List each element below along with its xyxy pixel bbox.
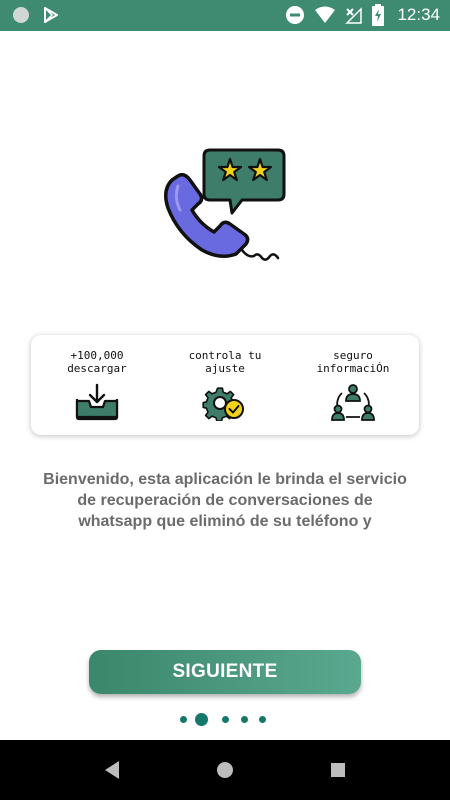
page-dot-5[interactable] <box>259 716 266 723</box>
features-card: +100,000 descargar controla tu ajuste se… <box>31 335 419 435</box>
phone-review-stars-icon <box>164 148 286 261</box>
recents-icon[interactable] <box>329 760 347 780</box>
status-bar: 12:34 <box>0 0 450 31</box>
status-time: 12:34 <box>397 5 440 24</box>
next-button[interactable]: SIGUIENTE <box>89 650 361 694</box>
feature-security: seguro informaciÓn <box>293 349 413 421</box>
circle-notification-icon <box>13 7 29 23</box>
feature-settings: controla tu ajuste <box>165 349 285 421</box>
home-icon[interactable] <box>216 760 234 780</box>
page-indicator <box>178 712 268 728</box>
feature-label: controla tu ajuste <box>188 349 262 375</box>
inbox-download-icon <box>75 383 119 421</box>
do-not-disturb-icon <box>286 6 305 24</box>
back-icon[interactable] <box>103 760 121 780</box>
page-dot-1[interactable] <box>180 716 187 723</box>
welcome-description: Bienvenido, esta aplicación le brinda el… <box>43 471 407 530</box>
wifi-icon <box>315 6 336 23</box>
page-dot-4[interactable] <box>241 716 248 723</box>
signal-off-icon <box>345 7 363 24</box>
gear-check-icon <box>202 387 244 421</box>
feature-label: seguro informaciÓn <box>316 349 390 375</box>
feature-label: +100,000 descargar <box>67 349 127 375</box>
page-dot-3[interactable] <box>222 716 229 723</box>
navigation-bar <box>0 740 450 800</box>
battery-charging-icon <box>372 4 385 26</box>
page-dot-2-active[interactable] <box>195 713 208 726</box>
feature-downloads: +100,000 descargar <box>37 349 157 421</box>
users-network-icon <box>331 384 375 421</box>
play-store-icon <box>44 7 58 23</box>
